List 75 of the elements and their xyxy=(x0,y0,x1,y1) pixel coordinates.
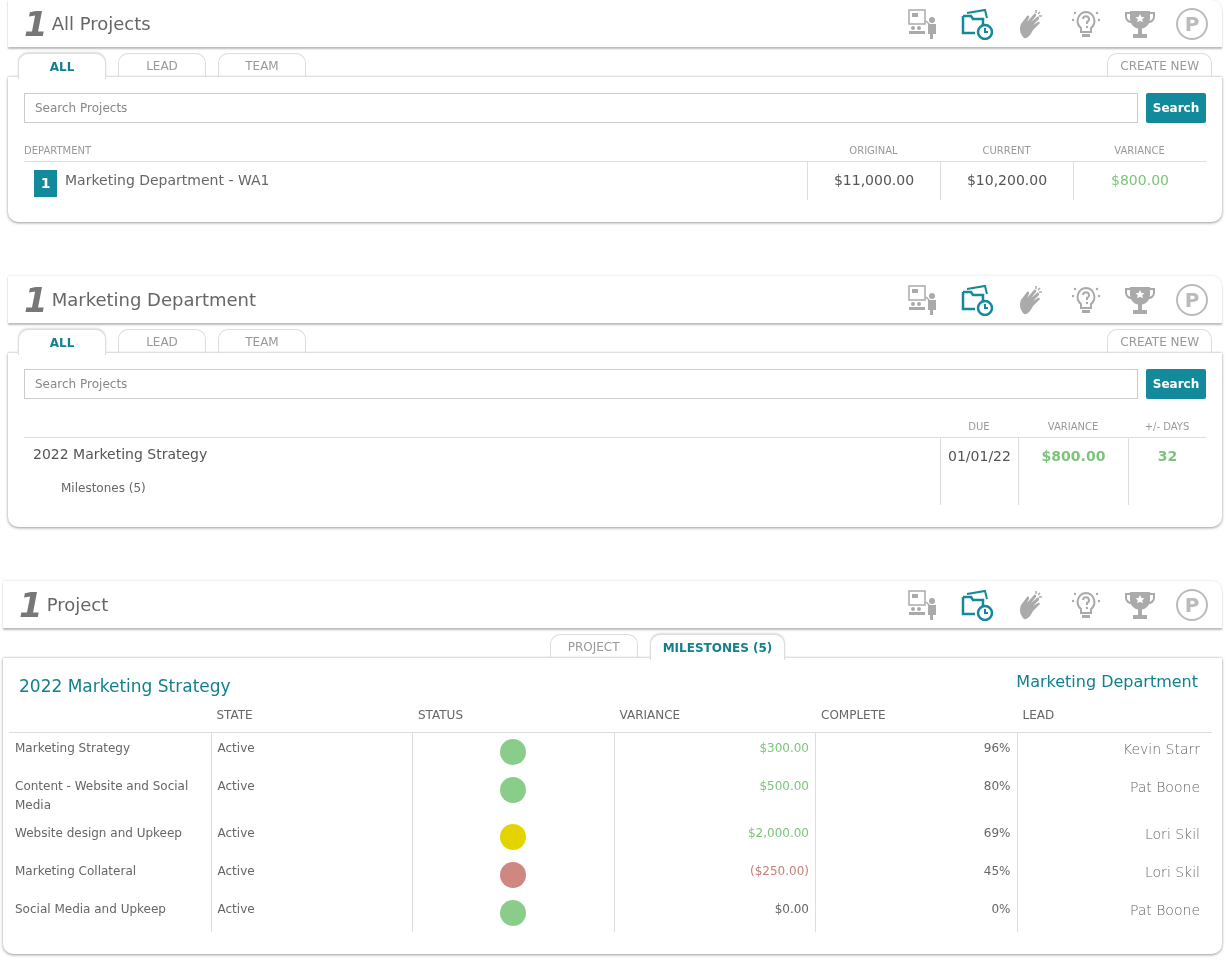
p-circle-icon[interactable]: P xyxy=(1176,7,1208,40)
search-button[interactable]: Search xyxy=(1146,93,1206,123)
column-header: VARIANCE xyxy=(1113,144,1166,158)
column-header: LEAD xyxy=(1021,706,1056,724)
table-cell: $11,000.00 xyxy=(807,162,940,200)
column-header: VARIANCE xyxy=(618,706,682,724)
logo: 1 xyxy=(19,587,43,622)
table-cell: $800.00 xyxy=(1018,438,1128,505)
logo: 1 xyxy=(24,282,48,317)
tab[interactable]: LEAD xyxy=(118,53,206,77)
column-header: DUE xyxy=(967,420,991,434)
table-cell-text: Website design and Upkeep xyxy=(14,825,183,843)
milestones-link[interactable]: Milestones (5) xyxy=(61,481,146,495)
table-cell: 69% xyxy=(815,818,1017,857)
table-cell: 45% xyxy=(815,856,1017,895)
p-circle-icon[interactable]: P xyxy=(1176,588,1208,621)
column-header: STATUS xyxy=(417,706,465,724)
project-title: 2022 Marketing Strategy xyxy=(19,675,231,698)
tab[interactable]: ALL xyxy=(18,53,106,79)
column-header: COMPLETE xyxy=(820,706,887,724)
project-link[interactable]: 2022 Marketing Strategy xyxy=(24,438,940,465)
table-cell: $500.00 xyxy=(613,771,815,819)
number-badge: 1 xyxy=(34,170,57,197)
search-field[interactable]: Search Projects xyxy=(24,369,1138,399)
table-cell: $800.00 xyxy=(1073,162,1206,200)
folder-clock-icon[interactable] xyxy=(960,588,996,621)
folder-clock-icon[interactable] xyxy=(960,7,996,40)
table-cell-text: Social Media and Upkeep xyxy=(14,901,167,919)
column-header: STATE xyxy=(215,706,254,724)
table-cell: 96% xyxy=(815,733,1017,772)
department-link[interactable]: Marketing Department - WA1 xyxy=(65,162,270,200)
table-cell: 80% xyxy=(815,771,1017,819)
create-new-tab[interactable]: CREATE NEW xyxy=(1107,53,1212,77)
table-cell: 01/01/22 xyxy=(940,438,1018,505)
department-name: Marketing Department xyxy=(1016,671,1198,693)
tab[interactable]: PROJECT xyxy=(549,634,638,658)
folder-clock-icon[interactable] xyxy=(960,283,996,316)
column-header: VARIANCE xyxy=(1046,420,1100,434)
table-cell: Kevin Starr xyxy=(1016,733,1212,772)
table-cell: Active xyxy=(210,733,412,772)
table-cell: $10,200.00 xyxy=(940,162,1073,200)
column-header: ORIGINAL xyxy=(848,144,899,158)
column-header: CURRENT xyxy=(981,144,1032,158)
table-cell: Lori Skil xyxy=(1016,818,1212,857)
table-cell-text: Marketing Collateral xyxy=(14,863,138,881)
tab[interactable]: LEAD xyxy=(118,329,206,353)
table-cell: 32 xyxy=(1128,438,1206,505)
page-title: All Projects xyxy=(51,12,151,36)
tab[interactable]: ALL xyxy=(18,329,106,355)
table-cell-text: Marketing Strategy xyxy=(14,740,132,758)
table-cell: ($250.00) xyxy=(613,856,815,895)
tab[interactable]: MILESTONES (5) xyxy=(649,634,786,660)
column-header: +/- DAYS xyxy=(1143,420,1191,434)
page-title: Marketing Department xyxy=(51,288,257,312)
table-cell: Pat Boone xyxy=(1016,771,1212,819)
table-cell: Lori Skil xyxy=(1016,856,1212,895)
table-cell: Pat Boone xyxy=(1016,894,1212,933)
page-title: Project xyxy=(46,593,109,617)
logo: 1 xyxy=(24,6,48,41)
search-field[interactable]: Search Projects xyxy=(24,93,1138,123)
table-cell: $2,000.00 xyxy=(613,818,815,857)
table-cell: Active xyxy=(210,818,412,857)
column-header: DEPARTMENT xyxy=(24,144,93,158)
table-cell: $300.00 xyxy=(613,733,815,772)
p-circle-icon[interactable]: P xyxy=(1176,283,1208,316)
create-new-tab[interactable]: CREATE NEW xyxy=(1107,329,1212,353)
search-button[interactable]: Search xyxy=(1146,369,1206,399)
table-cell: Active xyxy=(210,856,412,895)
table-cell: Active xyxy=(210,894,412,933)
tab[interactable]: TEAM xyxy=(218,53,306,77)
table-cell: $0.00 xyxy=(613,894,815,933)
tab[interactable]: TEAM xyxy=(218,329,306,353)
table-cell-text: Content - Website and Social Media xyxy=(14,778,190,814)
table-cell: 0% xyxy=(815,894,1017,933)
table-cell: Active xyxy=(210,771,412,819)
